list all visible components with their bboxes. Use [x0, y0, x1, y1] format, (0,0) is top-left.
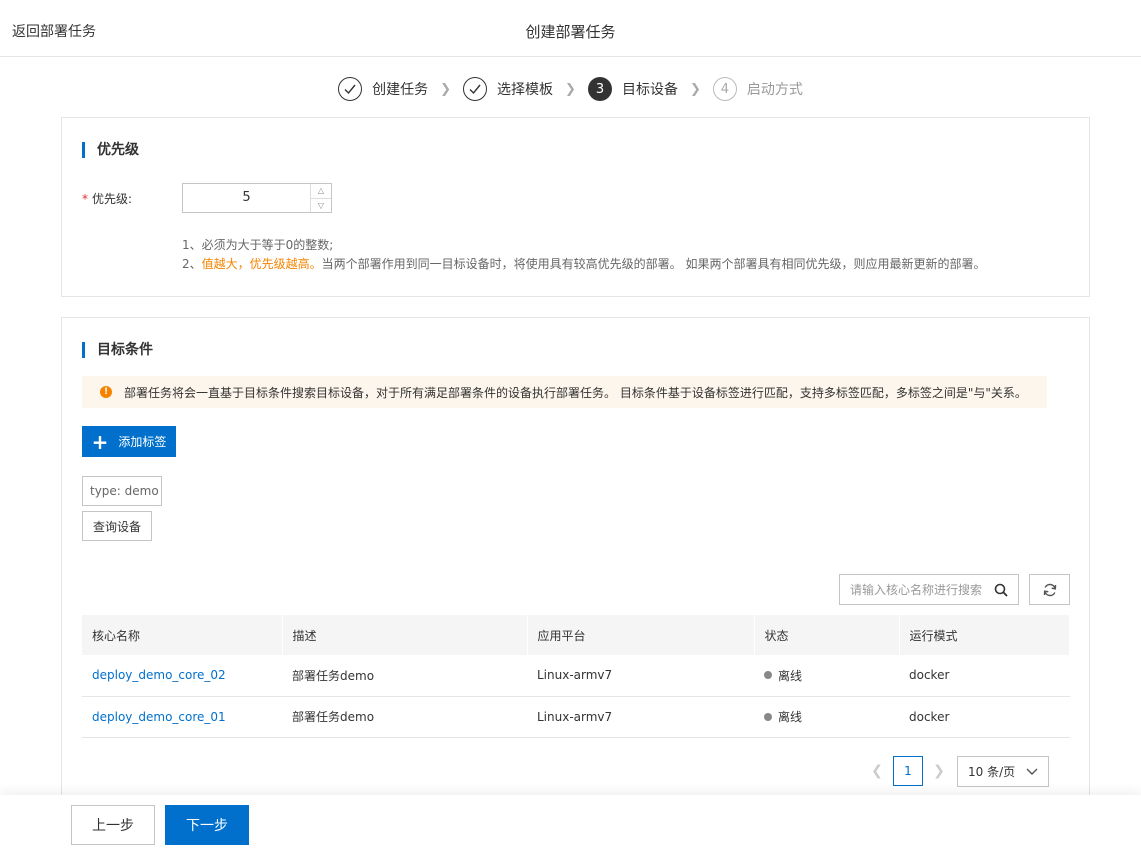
- warning-icon: !: [100, 386, 112, 398]
- priority-card: 优先级 * 优先级: 5 △ ▽ 1、必须为大于等于0的整数; 2、值越大，优先级…: [61, 117, 1090, 297]
- cell-mode: docker: [899, 696, 1070, 738]
- chevron-left-icon[interactable]: ❮: [867, 763, 887, 779]
- search-icon[interactable]: [994, 583, 1008, 597]
- alert-text: 部署任务将会一直基于目标条件搜索目标设备，对于所有满足部署条件的设备执行部署任务…: [124, 385, 1027, 400]
- target-conditions-card: 目标条件 ! 部署任务将会一直基于目标条件搜索目标设备，对于所有满足部署条件的设…: [61, 317, 1090, 807]
- column-header: 运行模式: [899, 615, 1070, 655]
- step-label: 选择模板: [497, 82, 554, 98]
- step-number: 3: [587, 77, 612, 101]
- column-header: 状态: [754, 615, 900, 655]
- info-alert: ! 部署任务将会一直基于目标条件搜索目标设备，对于所有满足部署条件的设备执行部署…: [82, 376, 1047, 408]
- priority-notes: 1、必须为大于等于0的整数; 2、值越大，优先级越高。当两个部署作用到同一目标设…: [182, 236, 985, 274]
- tag-input[interactable]: type: demo: [82, 476, 162, 506]
- cell-desc: 部署任务demo: [282, 655, 527, 697]
- check-icon: [338, 77, 363, 101]
- pagination: ❮ 1 ❯: [867, 756, 949, 786]
- cell-status: 离线: [754, 655, 899, 697]
- priority-input[interactable]: 5: [183, 184, 311, 212]
- step-launch-method: 4 启动方式: [712, 77, 803, 101]
- column-header: 应用平台: [527, 615, 755, 655]
- search-placeholder: 请输入核心名称进行搜索: [850, 583, 983, 597]
- table-header-row: 核心名称 描述 应用平台 状态 运行模式: [82, 615, 1070, 655]
- note-1: 1、必须为大于等于0的整数;: [182, 238, 334, 252]
- step-label: 启动方式: [746, 82, 803, 98]
- core-name-link[interactable]: deploy_demo_core_02: [92, 668, 226, 682]
- check-icon: [463, 77, 488, 101]
- wizard-steps: 创建任务 ❯ 选择模板 ❯ 3 目标设备 ❯ 4 启动方式: [0, 77, 1141, 101]
- cell-platform: Linux-armv7: [527, 696, 754, 738]
- step-select-template: 选择模板: [463, 77, 553, 101]
- add-tag-button[interactable]: + 添加标签: [82, 426, 176, 457]
- step-label: 创建任务: [372, 82, 429, 98]
- core-name-link[interactable]: deploy_demo_core_01: [92, 710, 226, 724]
- cell-desc: 部署任务demo: [282, 696, 527, 738]
- table-row: deploy_demo_core_02 部署任务demo Linux-armv7…: [82, 655, 1070, 697]
- step-create-task: 创建任务: [338, 77, 428, 101]
- priority-stepper[interactable]: 5 △ ▽: [182, 183, 332, 213]
- devices-table: 核心名称 描述 应用平台 状态 运行模式 deploy_demo_core_02…: [82, 615, 1070, 738]
- plus-icon: +: [91, 429, 109, 454]
- status-dot-icon: [764, 712, 772, 721]
- refresh-button[interactable]: [1029, 574, 1070, 605]
- chevron-right-icon[interactable]: ❯: [929, 763, 949, 779]
- prev-step-button[interactable]: 上一步: [71, 805, 155, 845]
- status-dot-icon: [764, 671, 772, 680]
- note-2: 2、值越大，优先级越高。当两个部署作用到同一目标设备时，将使用具有较高优先级的部…: [182, 257, 986, 271]
- priority-label: * 优先级:: [82, 192, 133, 206]
- column-header: 描述: [282, 615, 528, 655]
- cell-mode: docker: [899, 655, 1070, 697]
- cell-status: 离线: [754, 696, 899, 738]
- chevron-right-icon: ❯: [565, 81, 576, 97]
- chevron-right-icon: ❯: [689, 81, 701, 97]
- search-input[interactable]: 请输入核心名称进行搜索: [839, 574, 1019, 605]
- chevron-right-icon: ❯: [440, 81, 452, 97]
- top-bar: 返回部署任务 创建部署任务: [0, 0, 1141, 57]
- page-title: 创建部署任务: [525, 23, 616, 41]
- query-devices-button[interactable]: 查询设备: [82, 511, 152, 541]
- page-size-select[interactable]: 10 条/页: [957, 756, 1049, 787]
- cell-platform: Linux-armv7: [527, 655, 754, 697]
- required-mark: *: [82, 192, 88, 206]
- chevron-up-icon[interactable]: △: [311, 184, 331, 198]
- refresh-icon: [1043, 583, 1056, 596]
- chevron-down-icon[interactable]: ▽: [311, 197, 331, 213]
- next-step-button[interactable]: 下一步: [165, 805, 249, 845]
- column-header: 核心名称: [82, 615, 283, 655]
- step-label: 目标设备: [621, 82, 678, 98]
- section-title: 目标条件: [82, 342, 153, 358]
- section-title: 优先级: [82, 142, 139, 158]
- page-number-button[interactable]: 1: [893, 756, 923, 786]
- step-number: 4: [712, 77, 737, 101]
- table-row: deploy_demo_core_01 部署任务demo Linux-armv7…: [82, 696, 1070, 738]
- step-target-devices: 3 目标设备: [587, 77, 678, 101]
- footer-bar: 上一步 下一步: [0, 795, 1141, 851]
- chevron-down-icon: [1026, 768, 1038, 775]
